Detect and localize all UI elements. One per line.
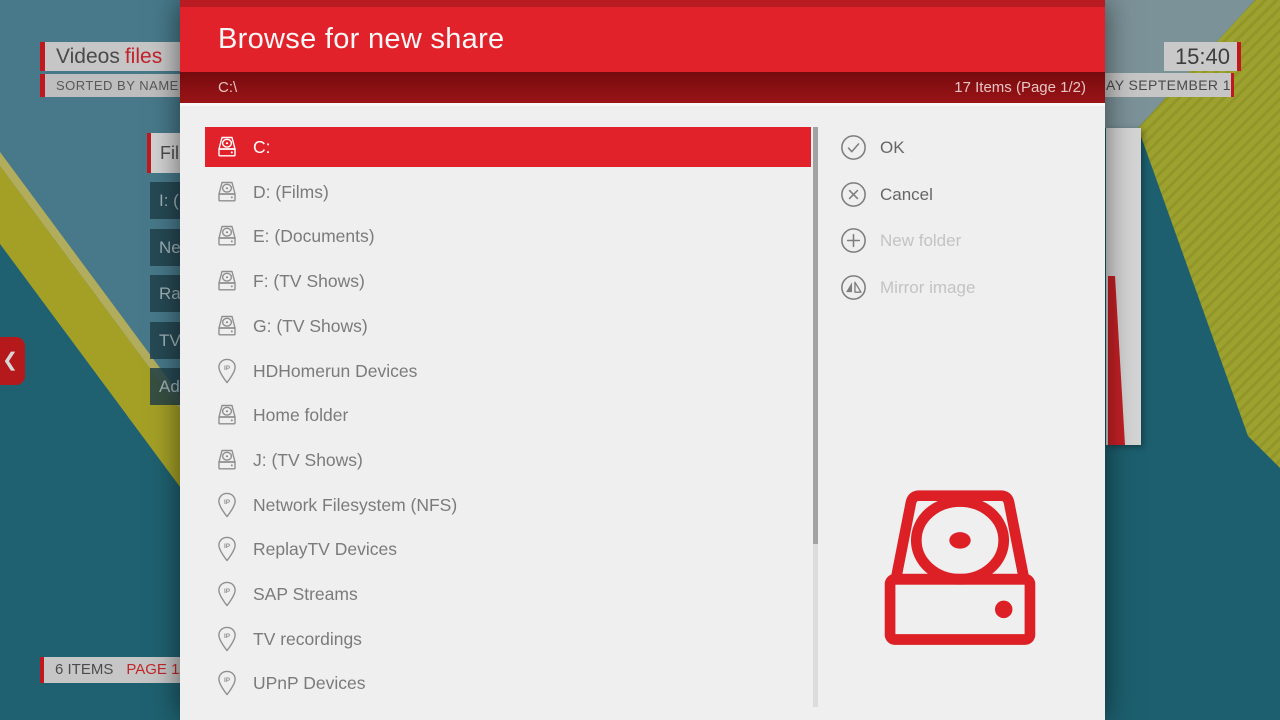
poster-red-graphic (1106, 128, 1141, 445)
button-label: OK (880, 138, 905, 158)
hard-disk-illustration (858, 486, 1062, 690)
list-item-label: SAP Streams (253, 584, 358, 605)
page-number-text: PAGE 1/1 (126, 661, 188, 678)
svg-text:IP: IP (223, 633, 230, 640)
hdd-icon (213, 446, 240, 475)
cancel-circle-icon (840, 181, 867, 208)
svg-text:IP: IP (223, 588, 230, 595)
ip-pin-icon: IP (213, 491, 240, 520)
background-page-title-bar: Videosfiles (40, 42, 188, 71)
items-page-info: 17 Items (Page 1/2) (954, 72, 1086, 103)
ok-button[interactable]: OK (840, 134, 905, 161)
background-clock: 15:40 (1164, 42, 1241, 71)
cancel-button[interactable]: Cancel (840, 181, 933, 208)
svg-text:IP: IP (223, 499, 230, 506)
list-item-label: ReplayTV Devices (253, 539, 397, 560)
list-item[interactable]: IP TV recordings (205, 619, 811, 659)
button-label: Mirror image (880, 278, 975, 298)
list-item-label: G: (TV Shows) (253, 316, 368, 337)
list-scrollbar[interactable] (813, 127, 818, 707)
date-text: RDAY SEPTEMBER 13 (1085, 77, 1234, 93)
ip-pin-icon: IP (213, 357, 240, 386)
hdd-icon (213, 222, 240, 251)
list-item[interactable]: IP HDHomerun Devices (205, 351, 811, 391)
background-date: RDAY SEPTEMBER 13 (1085, 73, 1234, 97)
list-item[interactable]: IP UPnP Devices (205, 663, 811, 703)
check-circle-icon (840, 134, 867, 161)
sort-label-text: SORTED BY NAME (56, 78, 179, 93)
list-item-label: J: (TV Shows) (253, 450, 363, 471)
dialog-title: Browse for new share (218, 7, 504, 72)
dialog-path-bar: C:\ 17 Items (Page 1/2) (180, 72, 1105, 103)
clock-text: 15:40 (1175, 44, 1230, 69)
background-items-count-bar: 6 ITEMS PAGE 1/1 (40, 657, 188, 683)
browse-share-dialog: Browse for new share C:\ 17 Items (Page … (180, 0, 1105, 720)
background-left-art (0, 0, 180, 720)
list-item[interactable]: E: (Documents) (205, 216, 811, 256)
hdd-icon (213, 267, 240, 296)
hdd-icon (213, 401, 240, 430)
ip-pin-icon: IP (213, 580, 240, 609)
ip-pin-icon: IP (213, 625, 240, 654)
scrollbar-thumb[interactable] (813, 127, 818, 544)
dialog-header: Browse for new share (180, 0, 1105, 72)
page-title-secondary: files (125, 45, 162, 68)
background-sort-label: SORTED BY NAME (40, 74, 188, 97)
list-item[interactable]: IP SAP Streams (205, 574, 811, 614)
background-poster-card (1106, 128, 1141, 445)
chevron-left-icon: ❮ (2, 337, 18, 385)
page-title-primary: Videos (56, 45, 120, 68)
list-item[interactable]: F: (TV Shows) (205, 261, 811, 301)
list-item-label: Home folder (253, 405, 348, 426)
list-item-label: C: (253, 137, 271, 158)
list-item[interactable]: C: (205, 127, 811, 167)
back-button[interactable]: ❮ (0, 337, 25, 385)
button-label: Cancel (880, 185, 933, 205)
plus-circle-icon (840, 227, 867, 254)
list-item[interactable]: J: (TV Shows) (205, 440, 811, 480)
list-item-label: HDHomerun Devices (253, 361, 417, 382)
ip-pin-icon: IP (213, 535, 240, 564)
list-item[interactable]: D: (Films) (205, 172, 811, 212)
new-folder-button[interactable]: New folder (840, 227, 961, 254)
current-path: C:\ (218, 72, 237, 103)
mirror-image-icon (840, 274, 867, 301)
mirror-image-button[interactable]: Mirror image (840, 274, 975, 301)
items-count-text: 6 ITEMS (55, 661, 113, 678)
list-item[interactable]: G: (TV Shows) (205, 306, 811, 346)
hdd-icon (213, 178, 240, 207)
list-item[interactable]: IP Network Filesystem (NFS) (205, 485, 811, 525)
list-item-label: TV recordings (253, 629, 362, 650)
hdd-icon (213, 133, 240, 162)
svg-text:IP: IP (223, 543, 230, 550)
list-item-label: UPnP Devices (253, 673, 366, 694)
list-item[interactable]: IP ReplayTV Devices (205, 529, 811, 569)
list-item[interactable]: Home folder (205, 395, 811, 435)
svg-text:IP: IP (223, 365, 230, 372)
kodi-home-screen: Videosfiles SORTED BY NAME 15:40 RDAY SE… (0, 0, 1280, 720)
ip-pin-icon: IP (213, 669, 240, 698)
hdd-icon (213, 312, 240, 341)
list-item-label: E: (Documents) (253, 226, 375, 247)
button-label: New folder (880, 231, 961, 251)
list-item-label: F: (TV Shows) (253, 271, 365, 292)
list-item-label: D: (Films) (253, 182, 329, 203)
svg-text:IP: IP (223, 677, 230, 684)
list-item-label: Network Filesystem (NFS) (253, 495, 457, 516)
